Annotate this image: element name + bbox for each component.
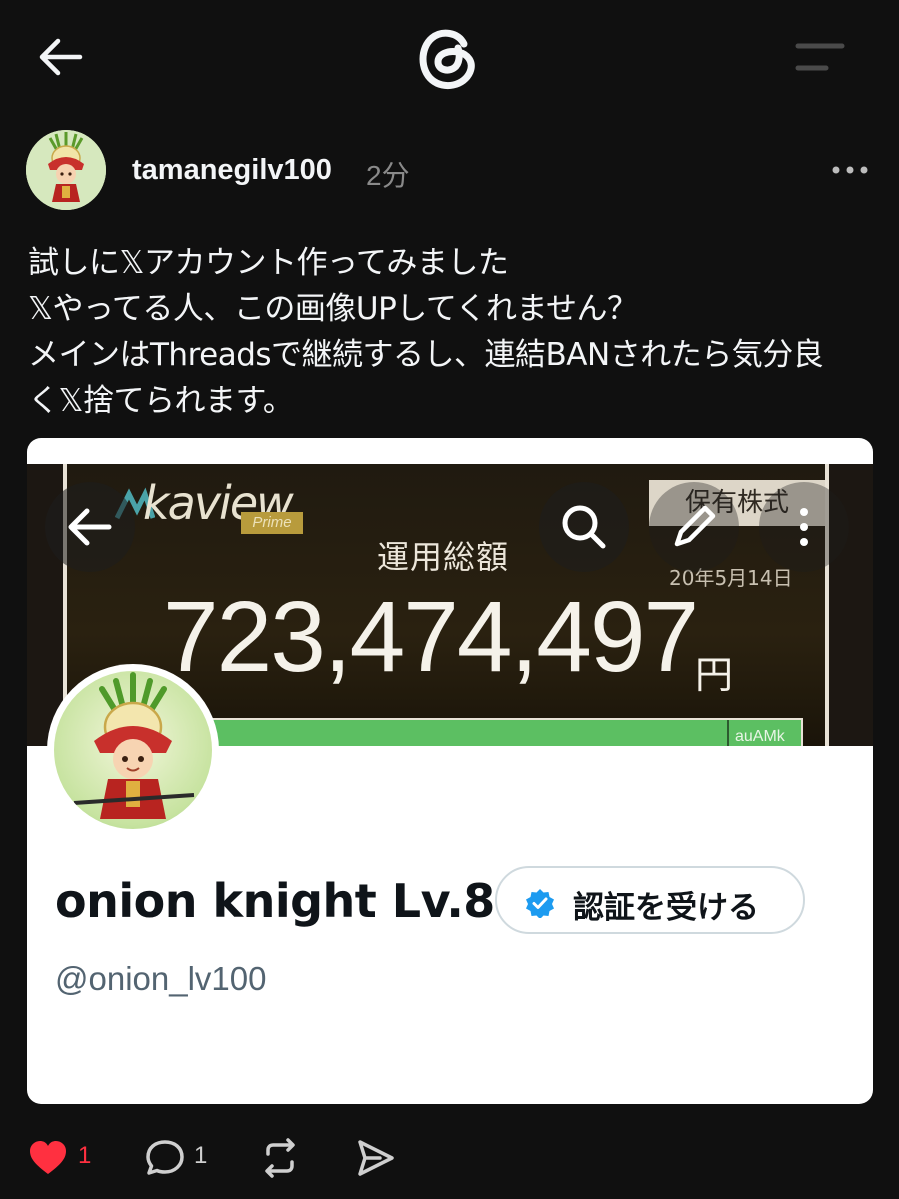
comment-bubble-icon (146, 1140, 184, 1175)
post-image[interactable]: kaview Prime 保有株式 運用総額 20年5月14日 723,474,… (27, 438, 873, 1104)
post-actions: 1 1 (0, 1130, 899, 1186)
post-text-line: メインはThreadsで継続するし、連結BANされたら気分良 (28, 337, 824, 373)
post-body: 試しに𝕏アカウント作ってみました 𝕏やってる人、この画像UPしてくれません？ メ… (28, 240, 878, 424)
banner-bar-divider (727, 720, 729, 746)
banner-currency: 円 (695, 653, 734, 697)
more-horizontal-icon (832, 166, 868, 174)
banner-bar-label: auAMk (735, 728, 785, 745)
menu-lines-icon (795, 43, 845, 71)
menu-button[interactable] (792, 40, 848, 74)
arrow-left-icon (39, 38, 83, 76)
more-vertical-icon (800, 508, 808, 546)
banner-green-bar (157, 718, 803, 746)
share-button[interactable] (354, 1136, 398, 1180)
avatar[interactable] (26, 130, 106, 210)
banner-amount: 723,474,497 (163, 581, 699, 693)
top-bar (0, 0, 899, 118)
onion-knight-avatar-icon (73, 672, 195, 819)
verified-badge-icon (526, 889, 554, 918)
pencil-icon (674, 505, 716, 547)
profile-display-name: onion knight Lv.8 (55, 874, 495, 928)
threads-logo[interactable] (414, 22, 484, 94)
reply-button[interactable] (144, 1136, 188, 1180)
repost-button[interactable] (258, 1136, 302, 1180)
like-count: 1 (78, 1142, 92, 1169)
send-icon (358, 1140, 394, 1176)
post-text-line: く𝕏捨てられます。 (28, 383, 294, 419)
profile-avatar-image (54, 671, 212, 829)
onion-knight-avatar-icon (26, 130, 106, 210)
post-text-line: 試しに𝕏アカウント作ってみました (28, 245, 509, 281)
get-verified-button: 認証を受ける (495, 866, 805, 934)
get-verified-label: 認証を受ける (573, 890, 759, 926)
threads-logo-icon (419, 29, 475, 90)
post-timestamp: 2分 (366, 160, 410, 191)
post-header: tamanegilv100 2分 (0, 118, 899, 228)
heart-filled-icon (30, 1141, 66, 1174)
reply-count: 1 (194, 1142, 208, 1169)
banner-back-button (45, 482, 135, 572)
banner-search-button (539, 482, 629, 572)
banner-total-label: 運用総額 (377, 538, 510, 576)
post-text-line: 𝕏やってる人、この画像UPしてくれません？ (28, 291, 638, 327)
banner-edit-button (649, 482, 739, 572)
arrow-left-icon (68, 508, 112, 546)
like-button[interactable] (26, 1136, 70, 1180)
username[interactable]: tamanegilv100 (132, 154, 332, 187)
search-icon (562, 505, 606, 549)
profile-handle: @onion_lv100 (55, 960, 267, 997)
repost-icon (265, 1138, 295, 1178)
banner-more-button (759, 482, 849, 572)
more-options-button[interactable] (830, 158, 870, 182)
banner-app-badge: Prime (241, 512, 303, 534)
back-button[interactable] (34, 34, 88, 80)
profile-avatar (47, 664, 219, 836)
